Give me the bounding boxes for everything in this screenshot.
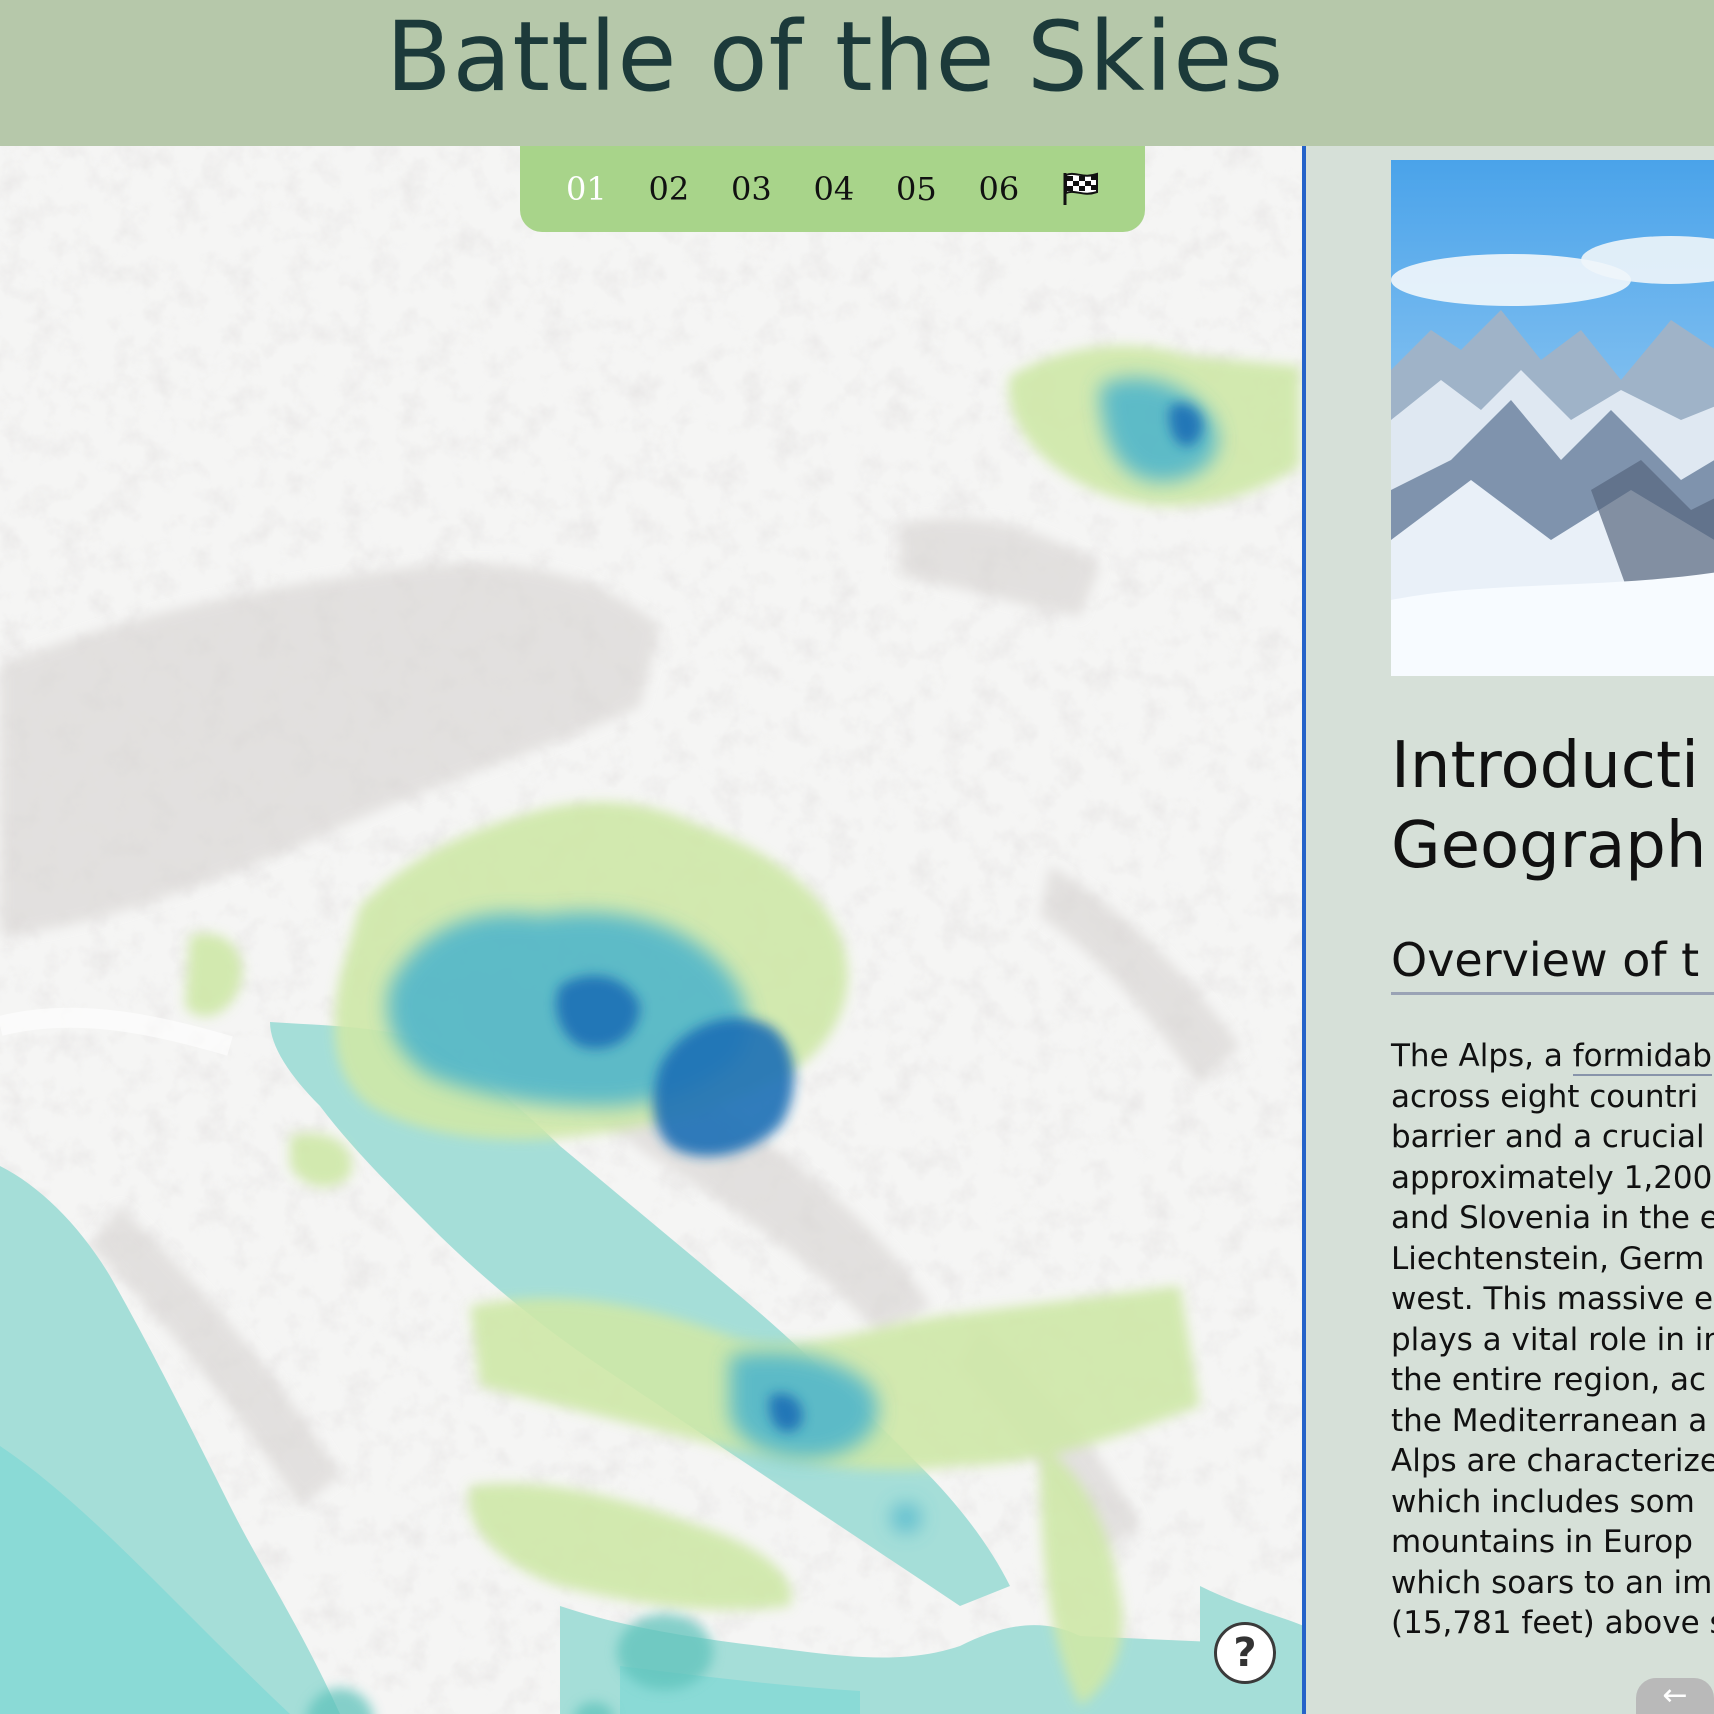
checkered-flag-icon[interactable] <box>1061 171 1101 207</box>
step-navigation: 01 02 03 04 05 06 <box>520 146 1145 232</box>
step-05[interactable]: 05 <box>896 170 979 208</box>
step-04[interactable]: 04 <box>814 170 897 208</box>
body-line: and Slovenia in the e <box>1391 1200 1714 1236</box>
section-title: Introducti Geograph <box>1391 726 1714 886</box>
step-03[interactable]: 03 <box>731 170 814 208</box>
body-line: which soars to an im <box>1391 1564 1713 1601</box>
body-line: the entire region, ac <box>1391 1362 1706 1398</box>
body-line-text: The Alps, a <box>1391 1038 1573 1074</box>
step-06[interactable]: 06 <box>979 170 1062 208</box>
precipitation-map[interactable] <box>0 146 1304 1714</box>
section-title-line-2: Geograph <box>1391 809 1707 883</box>
back-button[interactable]: ← <box>1636 1678 1714 1714</box>
body-line: mountains in Europ <box>1391 1524 1693 1560</box>
step-01[interactable]: 01 <box>566 170 649 208</box>
body-line: plays a vital role in ir <box>1391 1321 1714 1358</box>
glossary-link[interactable]: formidab <box>1572 1038 1712 1076</box>
story-panel: Introducti Geograph Overview of t The Al… <box>1306 146 1714 1714</box>
page-title: Battle of the Skies <box>385 1 1285 113</box>
body-line: which includes som <box>1391 1483 1695 1520</box>
body-line: Liechtenstein, Germ <box>1391 1240 1705 1277</box>
section-body: The Alps, a formidab across eight countr… <box>1391 1036 1714 1644</box>
body-line: Alps are characterize <box>1391 1443 1714 1479</box>
body-line: the Mediterranean a <box>1391 1402 1708 1439</box>
map-canvas <box>0 146 1304 1714</box>
body-line: The Alps, a formidab <box>1391 1036 1714 1077</box>
section-subtitle: Overview of t <box>1391 930 1714 995</box>
step-02[interactable]: 02 <box>649 170 732 208</box>
body-line: west. This massive e <box>1391 1281 1714 1317</box>
body-line: (15,781 feet) above se <box>1391 1605 1714 1641</box>
body-line: across eight countri <box>1391 1078 1699 1115</box>
body-line: approximately 1,200 <box>1391 1159 1713 1196</box>
map-panel-divider[interactable] <box>1302 146 1306 1714</box>
arrow-left-icon: ← <box>1662 1678 1688 1713</box>
header: Battle of the Skies <box>0 0 1714 146</box>
alps-photo <box>1391 160 1714 676</box>
body-line: barrier and a crucial <box>1391 1119 1705 1155</box>
section-title-line-1: Introducti <box>1391 729 1699 803</box>
help-button[interactable]: ? <box>1214 1622 1276 1684</box>
